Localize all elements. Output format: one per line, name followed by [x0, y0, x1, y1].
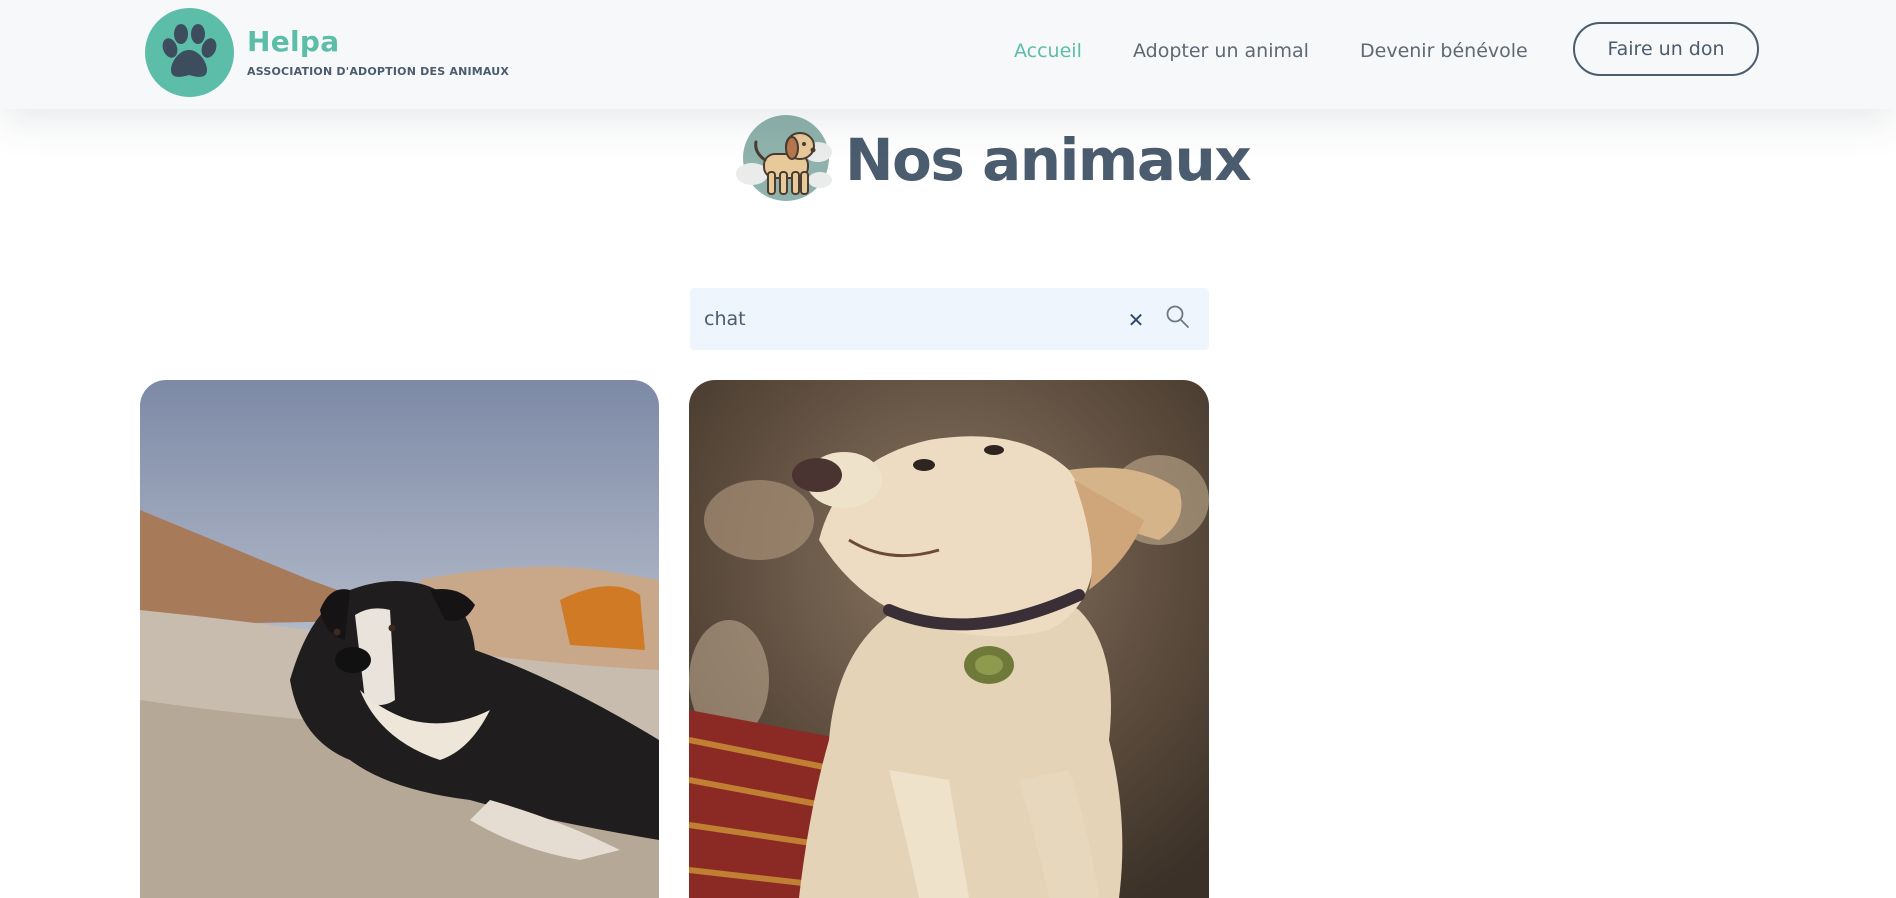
paw-logo-icon[interactable] [145, 8, 234, 97]
nav-link-adopter[interactable]: Adopter un animal [1133, 40, 1309, 62]
animal-card-labrador[interactable] [689, 380, 1209, 898]
animal-card-dog-on-sand[interactable] [140, 380, 659, 898]
search-icon[interactable] [1165, 304, 1191, 330]
brand-tagline: ASSOCIATION D'ADOPTION DES ANIMAUX [247, 65, 510, 78]
nav-link-benevole[interactable]: Devenir bénévole [1360, 40, 1528, 62]
site-header: Helpa ASSOCIATION D'ADOPTION DES ANIMAUX… [0, 0, 1896, 109]
close-icon[interactable]: ✕ [1125, 308, 1147, 332]
dog-illustration-icon [730, 112, 835, 207]
nav-link-accueil[interactable]: Accueil [1014, 40, 1082, 62]
search-input[interactable] [704, 288, 1104, 350]
page-title: Nos animaux [845, 125, 1252, 194]
brand-name[interactable]: Helpa [247, 25, 339, 58]
page-title-section: Nos animaux [730, 112, 1252, 207]
page: Helpa ASSOCIATION D'ADOPTION DES ANIMAUX… [0, 0, 1896, 898]
donate-button[interactable]: Faire un don [1573, 22, 1759, 76]
